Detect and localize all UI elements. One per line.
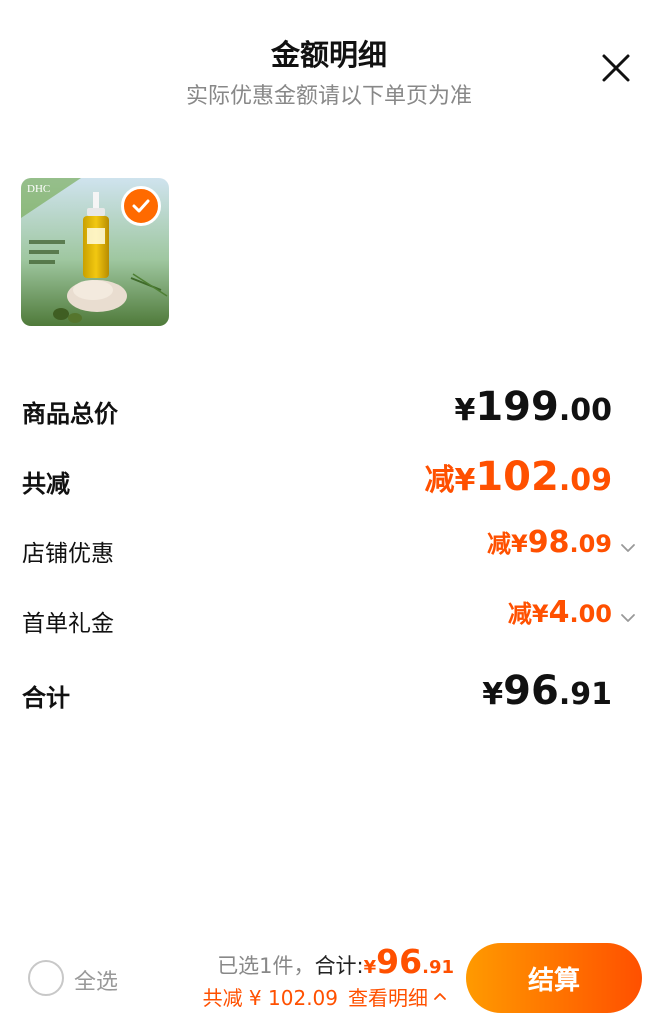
total-discount-amount: 减 ¥ 102 .09 xyxy=(424,454,612,504)
brand-text: DHC xyxy=(27,183,50,195)
check-icon xyxy=(132,199,150,213)
amount-integer: 98 xyxy=(527,525,570,560)
sheet-title: 金额明细 xyxy=(270,38,387,72)
total-discount-row: 共减 减 ¥ 102 .09 xyxy=(0,454,658,504)
amount-integer: 102 xyxy=(475,454,559,500)
summary-discount: 共减 ¥ 102.09 查看明细 xyxy=(203,982,448,1011)
chevron-up-icon xyxy=(434,992,446,1000)
amount-integer: 4 xyxy=(548,595,570,630)
view-detail-link[interactable]: 查看明细 xyxy=(348,982,448,1011)
summary-total-integer: 96 xyxy=(376,942,423,981)
first-order-gift-label: 首单礼金 xyxy=(22,611,114,637)
selected-count: 已选1件， xyxy=(217,954,315,978)
amount-integer: 96 xyxy=(503,668,559,714)
summary-total-decimal: .91 xyxy=(422,957,454,978)
select-all-label[interactable]: 全选 xyxy=(74,964,118,996)
amount-integer: 199 xyxy=(475,384,559,430)
sheet-subtitle: 实际优惠金额请以下单页为准 xyxy=(185,84,472,109)
view-detail-label: 查看明细 xyxy=(348,986,428,1010)
shop-discount-label: 店铺优惠 xyxy=(22,541,114,567)
amount-decimal: .09 xyxy=(569,530,612,558)
currency-symbol: ¥ xyxy=(482,677,504,712)
goods-total-amount: ¥ 199 .00 xyxy=(454,384,612,434)
shop-discount-row[interactable]: 店铺优惠 减 ¥ 98 .09 xyxy=(0,524,658,574)
checkout-button[interactable]: 结算 xyxy=(466,943,642,1013)
currency-symbol: ¥ xyxy=(454,463,476,498)
first-order-gift-amount: 减 ¥ 4 .00 xyxy=(508,594,612,644)
total-row: 合计 ¥ 96 .91 xyxy=(0,668,658,718)
chevron-down-icon[interactable] xyxy=(618,608,638,628)
currency-symbol: ¥ xyxy=(454,393,476,428)
currency-symbol: ¥ xyxy=(363,957,377,978)
amount-decimal: .91 xyxy=(558,677,612,712)
amount-detail-sheet: 金额明细 实际优惠金额请以下单页为准 DHC 商品总价 ¥ 199 .00 共减… xyxy=(0,0,658,1018)
total-label: 合计 xyxy=(22,684,70,712)
currency-symbol: ¥ xyxy=(511,530,528,558)
goods-total-row: 商品总价 ¥ 199 .00 xyxy=(0,384,658,434)
total-amount: ¥ 96 .91 xyxy=(482,668,612,718)
amount-decimal: .00 xyxy=(569,600,612,628)
chevron-down-icon[interactable] xyxy=(618,538,638,558)
selected-badge[interactable] xyxy=(121,186,161,226)
discount-prefix: 减 xyxy=(487,530,512,558)
summary-total-label: 合计: xyxy=(314,954,364,978)
summary-total: 已选1件， 合计: ¥ 96 .91 xyxy=(217,942,454,981)
amount-decimal: .09 xyxy=(558,463,612,498)
checkout-bar: 全选 已选1件， 合计: ¥ 96 .91 共减 ¥ 102.09 查看明细 结… xyxy=(0,930,658,1018)
shop-discount-amount: 减 ¥ 98 .09 xyxy=(487,524,612,574)
summary-discount-text: 共减 ¥ 102.09 xyxy=(202,986,338,1010)
close-button[interactable] xyxy=(598,50,634,86)
currency-symbol: ¥ xyxy=(531,600,549,628)
discount-prefix: 减 xyxy=(507,600,532,628)
first-order-gift-row[interactable]: 首单礼金 减 ¥ 4 .00 xyxy=(0,594,658,644)
close-icon xyxy=(602,54,630,82)
total-discount-label: 共减 xyxy=(22,470,70,498)
discount-prefix: 减 xyxy=(424,463,455,498)
goods-total-label: 商品总价 xyxy=(22,400,118,428)
amount-decimal: .00 xyxy=(558,393,612,428)
select-all-radio[interactable] xyxy=(28,960,64,996)
